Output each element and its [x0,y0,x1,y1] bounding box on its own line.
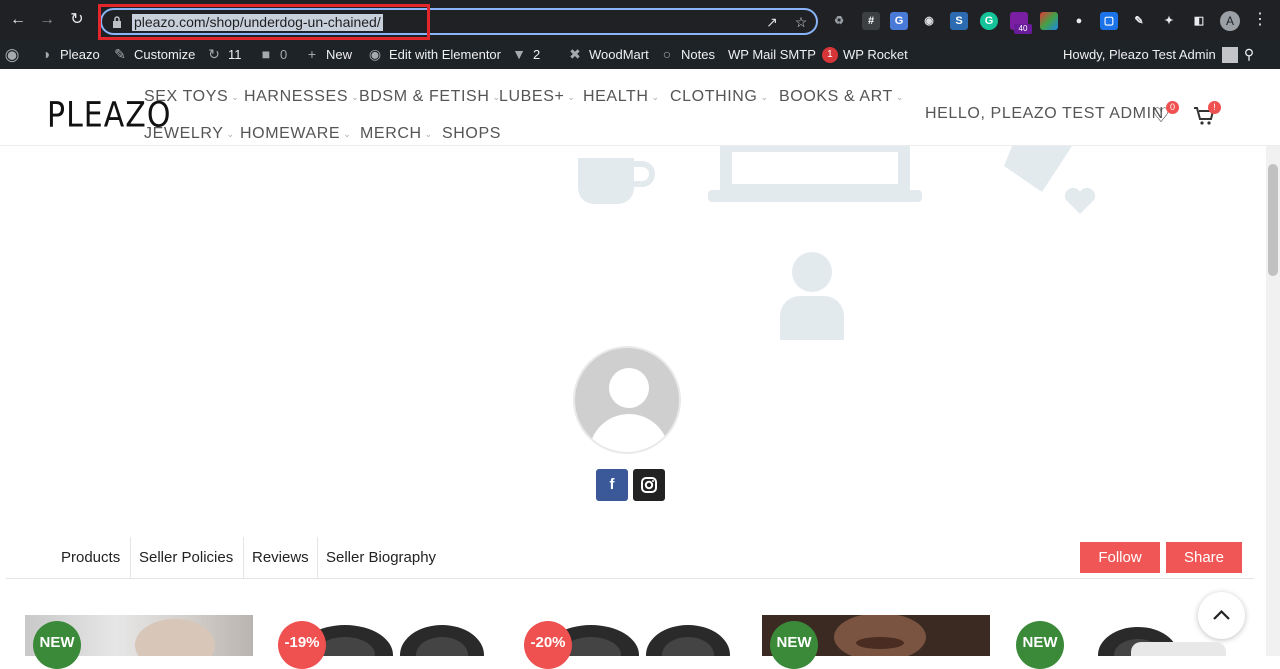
back-icon[interactable]: ← [9,11,27,29]
elementor-icon: ◉ [368,46,382,62]
smtp-count-badge: 1 [821,46,838,63]
chevron-down-icon: ⌄ [760,92,769,102]
share-button[interactable]: Share [1166,542,1242,573]
account-greeting[interactable]: HELLO, PLEAZO TEST ADMIN [925,105,1164,123]
chevron-up-icon [1213,609,1230,620]
pen-extension-icon[interactable]: ✎ [1130,12,1148,30]
tab-reviews[interactable]: Reviews [243,537,317,578]
customize-link[interactable]: ✎ Customize [112,40,195,69]
chevron-down-icon: ⌄ [424,129,433,139]
nl-extension-icon[interactable]: # [862,12,880,30]
reload-icon[interactable]: ↻ [68,11,86,29]
brush-icon: ✎ [114,46,126,62]
wp-mail-smtp-link[interactable]: WP Mail SMTP 1 [728,40,838,69]
chevron-down-icon: ⌄ [343,129,352,139]
coffee-cup-icon [578,158,655,204]
updates-icon: ↻ [208,46,220,62]
menu-clothing[interactable]: CLOTHING ⌄ [670,87,769,107]
follow-button[interactable]: Follow [1080,542,1160,573]
grammarly-extension-icon[interactable]: G [980,12,998,30]
page-scrollbar[interactable] [1266,146,1280,656]
new-content-link[interactable]: + New [304,40,352,69]
comments-link[interactable]: ■ 0 [258,40,287,69]
screen-extension-icon[interactable]: ▢ [1100,12,1118,30]
my-account-link[interactable]: Howdy, Pleazo Test Admin [1063,40,1238,69]
menu-lubes[interactable]: LUBES+ ⌄ [499,87,576,107]
admin-avatar [1221,46,1238,63]
color-extension-icon[interactable] [1040,12,1058,30]
camera-extension-icon[interactable]: ◉ [920,12,938,30]
chevron-down-icon: ⌄ [895,92,905,102]
elementor-link[interactable]: ◉ Edit with Elementor [367,40,501,69]
cart-count: ! [1208,101,1221,114]
menu-merch[interactable]: MERCH ⌄ [360,124,433,144]
bookmark-star-icon[interactable]: ☆ [793,14,809,30]
wishlist-count: 0 [1166,101,1179,114]
yoast-link[interactable]: ▼ 2 [511,40,540,69]
dashboard-icon: ◑ [41,46,51,62]
s-circle-extension-icon[interactable]: ● [1070,12,1088,30]
tab-seller-policies[interactable]: Seller Policies [130,537,241,578]
chevron-down-icon: ⌄ [651,92,660,102]
translate-extension-icon[interactable]: G [890,12,908,30]
menu-harnesses[interactable]: HARNESSES ⌄ [244,87,359,107]
person-laptop-icon [780,252,844,340]
yoast-icon: ▼ [512,46,526,62]
menu-books-art[interactable]: BOOKS & ART ⌄ [779,87,904,107]
tab-products[interactable]: Products [53,537,128,578]
url-highlight-box [98,4,430,40]
menu-sex-toys[interactable]: SEX TOYS ⌄ [144,87,239,107]
chevron-down-icon: ⌄ [231,92,240,102]
facebook-icon[interactable]: f [596,469,628,501]
store-tabs: Products Seller Policies Reviews Seller … [6,537,1254,579]
profile-avatar[interactable]: A [1220,11,1240,31]
search-icon[interactable]: ⚲ [1241,40,1257,69]
menu-homeware[interactable]: HOMEWARE ⌄ [240,124,351,144]
extension-badge: 40 [1014,24,1032,34]
site-header: PLEAZO SEX TOYS ⌄ HARNESSES ⌄ BDSM & FETIS… [0,69,1280,146]
notes-icon: ○ [662,46,672,62]
menu-dots-icon[interactable]: ⋮ [1251,11,1269,29]
chevron-down-icon: ⌄ [567,92,576,102]
product-badge: NEW [1016,621,1064,669]
chevron-down-icon: ⌄ [226,129,235,139]
product-badge: NEW [33,621,81,669]
woodmart-link[interactable]: ✖ WoodMart [567,40,649,69]
menu-jewelry[interactable]: JEWELRY ⌄ [144,124,235,144]
tab-seller-biography[interactable]: Seller Biography [317,537,444,578]
instagram-icon[interactable] [633,469,665,501]
menu-health[interactable]: HEALTH ⌄ [583,87,660,107]
scroll-to-top-button[interactable] [1198,592,1245,639]
product-badge: -19% [278,621,326,669]
tag-heart-icon [1004,146,1096,214]
menu-bdsm-fetish[interactable]: BDSM & FETISH ⌄ [359,87,501,107]
comment-icon: ■ [261,46,271,62]
wp-rocket-link[interactable]: WP Rocket [843,40,908,69]
forward-icon[interactable]: → [38,11,56,29]
s-extension-icon[interactable]: S [950,12,968,30]
recycle-extension-icon[interactable]: ♻ [830,12,848,30]
laptop-icon [708,146,922,202]
share-page-icon[interactable]: ↗ [764,14,780,30]
puzzle-icon[interactable]: ✦ [1160,12,1178,30]
sidepanel-icon[interactable]: ◧ [1190,12,1208,30]
updates-link[interactable]: ↻ 11 [206,40,241,69]
plus-icon: + [307,46,317,62]
chat-widget-tab[interactable] [1131,642,1226,656]
site-name-link[interactable]: ◑ Pleazo [38,40,100,69]
site-logo[interactable]: PLEAZO [47,93,170,139]
wordpress-logo-icon[interactable]: ◉ [4,40,20,69]
woodmart-icon: ✖ [569,46,581,62]
wp-admin-bar: ◉ ◑ Pleazo ✎ Customize ↻ 11 ■ 0 + New ◉ Edit w… [0,40,1280,69]
notes-link[interactable]: ○ Notes [659,40,715,69]
store-avatar [573,346,681,454]
product-badge: -20% [524,621,572,669]
product-badge: NEW [770,621,818,669]
browser-toolbar: ← → ↻ pleazo.com/shop/underdog-un-chaine… [0,0,1280,40]
menu-shops[interactable]: SHOPS [442,124,501,144]
scrollbar-thumb[interactable] [1268,164,1278,276]
